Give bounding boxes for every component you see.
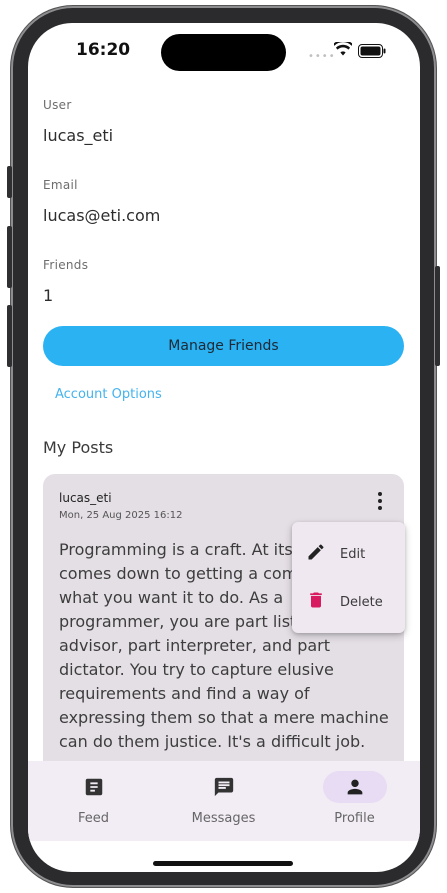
- menu-item-edit-label: Edit: [340, 546, 366, 562]
- nav-feed-label: Feed: [77, 811, 109, 826]
- bottom-navigation: Feed Messages Profile: [28, 761, 420, 841]
- menu-item-delete-label: Delete: [340, 594, 383, 610]
- profile-content[interactable]: User lucas_eti Email lucas@eti.com Frien…: [28, 23, 420, 761]
- post-date: Mon, 25 Aug 2025 16:12: [59, 510, 183, 521]
- battery-icon: [358, 44, 386, 58]
- message-icon: [214, 777, 233, 797]
- wifi-icon: [334, 42, 352, 56]
- nav-profile-active-indicator: [322, 771, 387, 803]
- home-indicator[interactable]: [153, 861, 293, 866]
- nav-item-feed[interactable]: Feed: [28, 761, 159, 841]
- friends-count: 1: [43, 286, 54, 305]
- nav-profile-label: Profile: [334, 811, 375, 826]
- volume-up-button: [7, 226, 12, 288]
- pencil-icon: [306, 542, 326, 566]
- feed-icon: [85, 778, 102, 796]
- menu-item-edit[interactable]: Edit: [292, 530, 405, 578]
- email-value: lucas@eti.com: [43, 206, 161, 225]
- user-label: User: [43, 98, 72, 112]
- app-screen: User lucas_eti Email lucas@eti.com Frien…: [28, 23, 420, 872]
- nav-item-messages[interactable]: Messages: [158, 761, 289, 841]
- dynamic-island: [161, 34, 286, 71]
- mute-switch: [7, 166, 12, 198]
- power-button: [435, 266, 440, 366]
- post-context-menu: Edit Delete: [292, 522, 405, 633]
- my-posts-title: My Posts: [43, 438, 114, 457]
- status-bar: 16:20 ••••: [28, 23, 420, 83]
- more-options-icon[interactable]: [369, 489, 391, 513]
- status-time: 16:20: [76, 40, 131, 60]
- menu-item-delete[interactable]: Delete: [292, 578, 405, 626]
- volume-down-button: [7, 305, 12, 367]
- friends-label: Friends: [43, 258, 89, 272]
- nav-item-profile[interactable]: Profile: [289, 761, 420, 841]
- user-value: lucas_eti: [43, 126, 114, 145]
- post-author: lucas_eti: [59, 491, 112, 505]
- cellular-signal-icon: ••••: [308, 51, 336, 62]
- nav-messages-icon-wrap: [192, 771, 256, 803]
- nav-messages-label: Messages: [191, 811, 256, 826]
- nav-feed-icon-wrap: [62, 771, 126, 803]
- person-icon: [347, 779, 362, 795]
- trash-icon: [306, 590, 326, 614]
- manage-friends-button[interactable]: Manage Friends: [43, 326, 404, 366]
- account-options-link[interactable]: Account Options: [55, 387, 162, 402]
- email-label: Email: [43, 178, 78, 192]
